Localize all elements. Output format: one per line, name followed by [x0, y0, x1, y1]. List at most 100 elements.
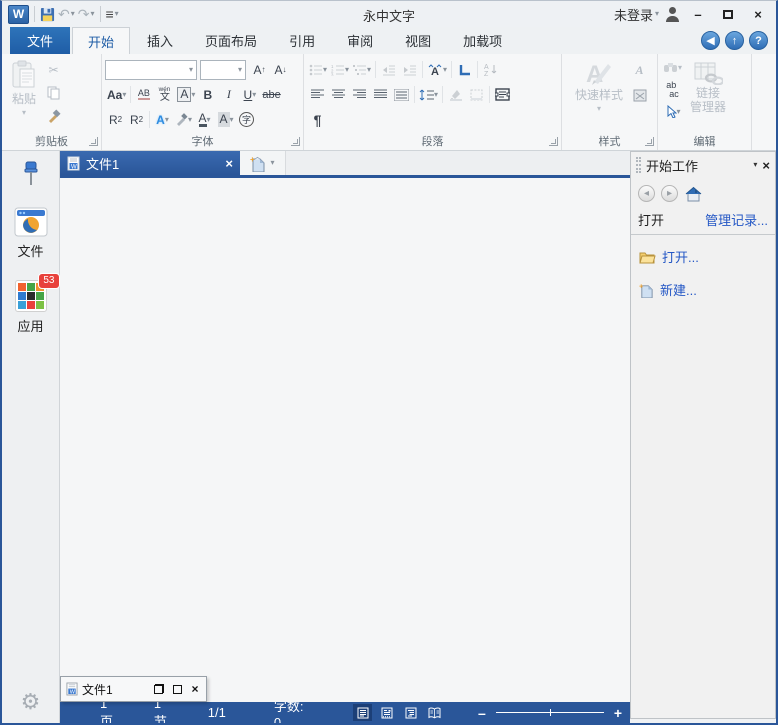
redo-dropdown[interactable]: ▾: [90, 10, 94, 18]
font-color-button[interactable]: A▾: [194, 109, 215, 130]
align-right-button[interactable]: [349, 84, 370, 105]
align-left-button[interactable]: [307, 84, 328, 105]
decrease-indent-button[interactable]: [378, 59, 399, 80]
line-spacing-button[interactable]: ▾: [417, 84, 440, 105]
character-style-button[interactable]: A: [629, 60, 650, 81]
document-tab[interactable]: W 文件1 ×: [60, 151, 240, 175]
format-painter-button[interactable]: [43, 105, 64, 126]
shading-button[interactable]: [445, 84, 466, 105]
italic-button[interactable]: I: [218, 84, 239, 105]
bold-button[interactable]: B: [197, 84, 218, 105]
bullets-button[interactable]: ▾: [307, 59, 329, 80]
back-nav-button[interactable]: ◀: [701, 31, 720, 50]
select-button[interactable]: ▾: [661, 101, 684, 122]
task-pane-menu-button[interactable]: ▾: [753, 161, 757, 169]
shrink-font-button[interactable]: A↓: [270, 59, 291, 80]
minimize-button[interactable]: –: [686, 5, 710, 23]
tab-references[interactable]: 引用: [274, 27, 330, 54]
close-button[interactable]: ×: [746, 5, 770, 23]
pane-home-button[interactable]: [684, 186, 703, 202]
font-family-select[interactable]: ▾: [105, 60, 197, 80]
clear-formatting-button[interactable]: AB: [133, 84, 154, 105]
tab-page-layout[interactable]: 页面布局: [190, 27, 272, 54]
mini-restore-button[interactable]: [153, 683, 165, 695]
cut-button[interactable]: ✂: [43, 59, 64, 80]
save-button[interactable]: [40, 7, 55, 22]
print-layout-view-button[interactable]: [353, 704, 372, 721]
redo-button[interactable]: ↷▾: [78, 6, 95, 23]
web-layout-view-button[interactable]: [377, 704, 396, 721]
document-tab-close-button[interactable]: ×: [225, 156, 233, 171]
new-file-link[interactable]: + 新建...: [631, 268, 775, 301]
underline-button[interactable]: U▾: [239, 84, 260, 105]
find-button[interactable]: ▾: [661, 57, 684, 78]
strikethrough-button[interactable]: abe: [260, 84, 282, 105]
clipboard-dialog-launcher[interactable]: [89, 137, 98, 146]
read-mode-view-button[interactable]: [425, 704, 444, 721]
character-shading-button[interactable]: A▾: [215, 109, 236, 130]
replace-button[interactable]: abac: [661, 79, 684, 100]
justify-button[interactable]: [370, 84, 391, 105]
quick-styles-button[interactable]: A 快速样式 ▾: [569, 57, 629, 116]
paste-dropdown[interactable]: ▾: [22, 109, 26, 117]
font-size-select[interactable]: ▾: [200, 60, 246, 80]
pushpin-icon[interactable]: [22, 161, 40, 187]
subscript-button[interactable]: R2: [105, 109, 126, 130]
show-marks-button[interactable]: ¶: [307, 109, 328, 130]
manage-records-link[interactable]: 管理记录...: [705, 210, 768, 229]
zoom-slider[interactable]: [496, 712, 604, 713]
tab-addins[interactable]: 加载项: [448, 27, 517, 54]
maximize-button[interactable]: [716, 5, 740, 23]
font-dialog-launcher[interactable]: [291, 137, 300, 146]
settings-gear-button[interactable]: ⚙: [21, 689, 41, 715]
pane-forward-button[interactable]: ▸: [661, 185, 678, 202]
numbering-button[interactable]: 123 ▾: [329, 59, 351, 80]
document-area[interactable]: W 文件1 ×: [60, 178, 630, 702]
character-border-button[interactable]: A▾: [175, 84, 197, 105]
increase-indent-button[interactable]: [399, 59, 420, 80]
sort-button[interactable]: AZ: [480, 59, 501, 80]
zoom-out-button[interactable]: –: [478, 706, 486, 720]
page-ratio[interactable]: 1/1: [208, 705, 226, 720]
undo-dropdown[interactable]: ▾: [71, 10, 75, 18]
sidebar-item-file[interactable]: 文件: [14, 207, 48, 260]
phonetic-guide-button[interactable]: wén文: [154, 84, 175, 105]
enclose-characters-button[interactable]: 字: [236, 109, 257, 130]
tab-insert[interactable]: 插入: [132, 27, 188, 54]
change-case-button[interactable]: Aa▾: [105, 84, 128, 105]
link-manager-button[interactable]: 链接管理器: [684, 57, 732, 118]
user-avatar-icon[interactable]: [665, 7, 680, 22]
customize-qat-button[interactable]: ≡▾: [106, 6, 119, 22]
outline-view-button[interactable]: [401, 704, 420, 721]
multilevel-list-button[interactable]: ▾: [351, 59, 373, 80]
tab-home[interactable]: 开始: [72, 27, 130, 54]
mini-maximize-button[interactable]: [171, 683, 183, 695]
style-dialog-launcher[interactable]: [645, 137, 654, 146]
paragraph-dialog-launcher[interactable]: [549, 137, 558, 146]
help-button[interactable]: ?: [749, 31, 768, 50]
superscript-button[interactable]: R2: [126, 109, 147, 130]
new-document-button[interactable]: + ▾: [240, 151, 286, 175]
align-center-button[interactable]: [328, 84, 349, 105]
tab-review[interactable]: 审阅: [332, 27, 388, 54]
tab-file[interactable]: 文件: [10, 27, 70, 54]
borders-button[interactable]: [466, 84, 487, 105]
zoom-in-button[interactable]: +: [614, 706, 622, 720]
mini-close-button[interactable]: ×: [189, 683, 201, 695]
sidebar-item-apps[interactable]: 53 应用: [15, 280, 47, 335]
copy-button[interactable]: [43, 82, 64, 103]
drag-grip-icon[interactable]: [636, 157, 641, 173]
login-button[interactable]: 未登录▾: [614, 5, 659, 24]
distribute-button[interactable]: [391, 84, 412, 105]
change-styles-button[interactable]: [629, 85, 650, 106]
open-file-link[interactable]: 打开...: [631, 235, 775, 268]
undo-button[interactable]: ↶▾: [58, 6, 75, 23]
text-direction-button[interactable]: A ▾: [425, 59, 449, 80]
paragraph-settings-button[interactable]: [492, 84, 513, 105]
text-effects-button[interactable]: A▾: [152, 109, 173, 130]
tab-setting-button[interactable]: [454, 59, 475, 80]
highlight-color-button[interactable]: ▾: [173, 109, 194, 130]
minimized-document-window[interactable]: W 文件1 ×: [60, 676, 207, 702]
tab-view[interactable]: 视图: [390, 27, 446, 54]
task-pane-close-button[interactable]: ×: [762, 158, 770, 173]
